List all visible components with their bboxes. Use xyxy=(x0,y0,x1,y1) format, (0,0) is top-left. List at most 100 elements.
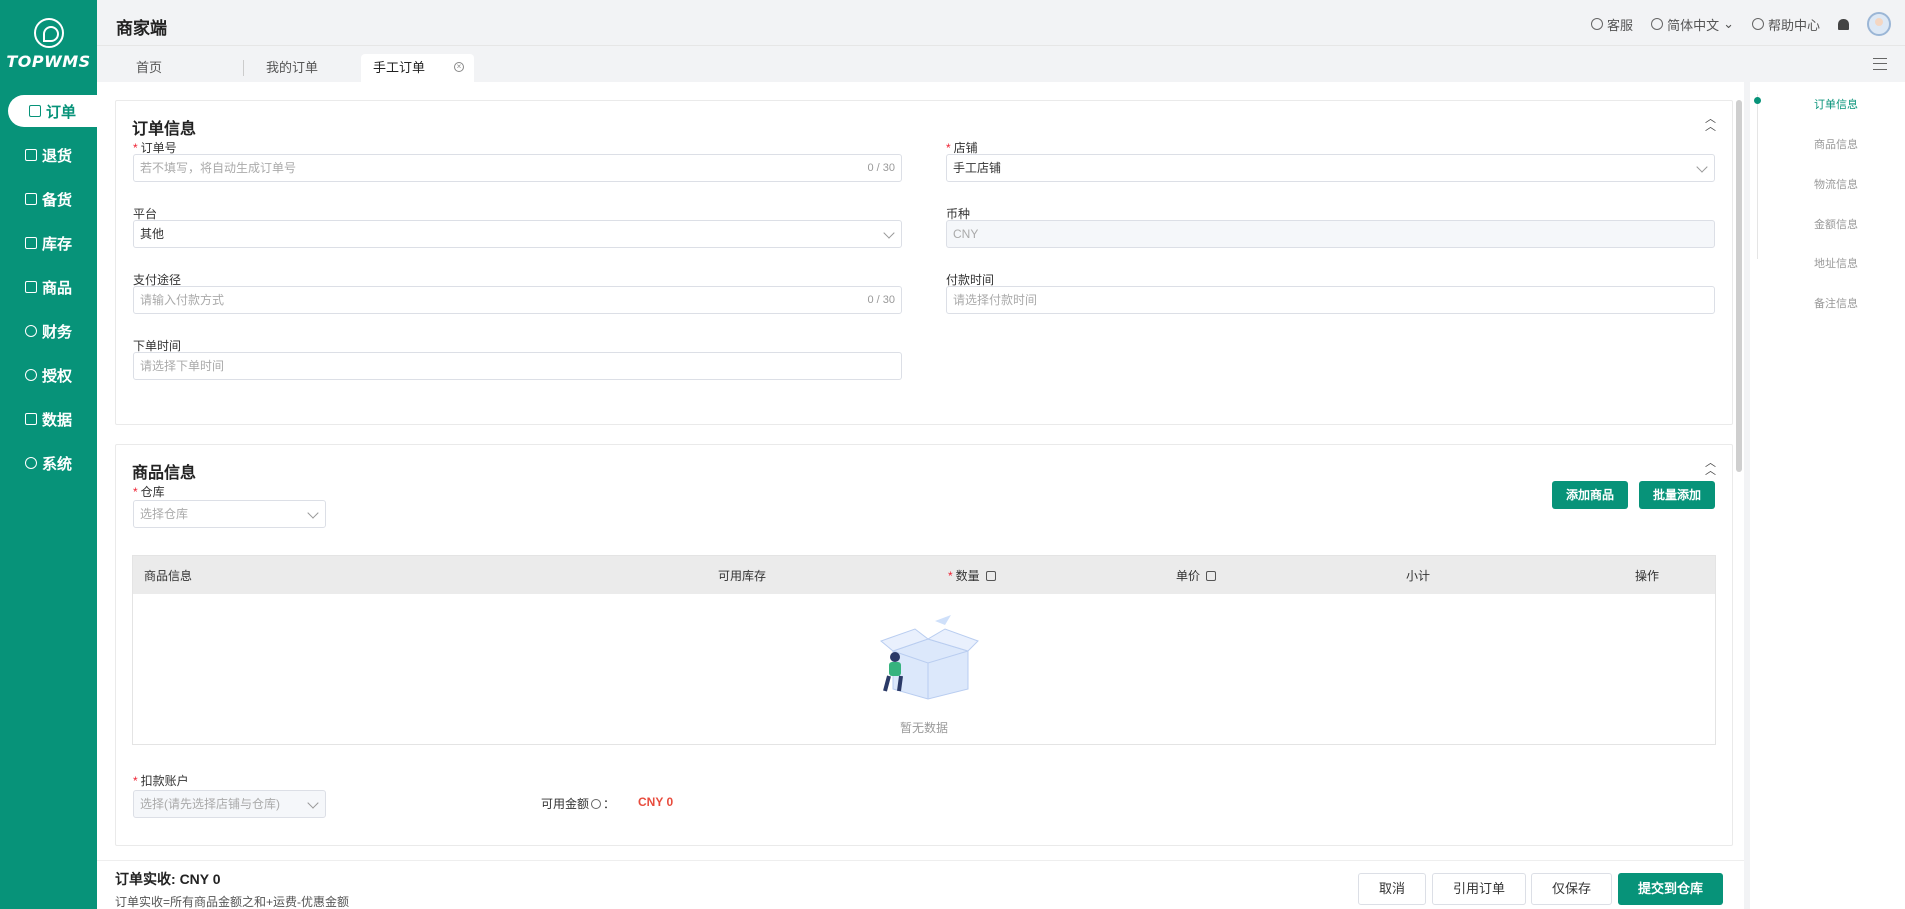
order-total-formula: 订单实收=所有商品金额之和+运费-优惠金额 xyxy=(115,895,350,909)
logo-text: TOPWMS xyxy=(6,52,91,71)
order-no-input[interactable]: 若不填写，将自动生成订单号 0 / 30 xyxy=(133,154,902,182)
top-bar: 商家端 客服 简体中文 ⌄ 帮助中心 xyxy=(97,0,1905,46)
footer-bar: 订单实收: CNY 0 订单实收=所有商品金额之和+运费-优惠金额 取消 引用订… xyxy=(97,860,1744,909)
language-label: 简体中文 xyxy=(1667,17,1720,33)
sidebar-item-stockup[interactable]: 备货 xyxy=(0,177,97,221)
top-actions: 客服 简体中文 ⌄ 帮助中心 xyxy=(1591,12,1891,36)
batch-edit-icon[interactable] xyxy=(1206,571,1217,581)
sidebar-item-order[interactable]: 订单 xyxy=(8,95,97,127)
globe-icon xyxy=(1651,18,1664,30)
main-content: 订单信息 ︿ ︿ * 订单号 若不填写，将自动生成订单号 0 / 30 * 店铺 手工… xyxy=(97,82,1744,909)
sidebar-item-label: 库存 xyxy=(41,235,72,253)
account-label: * 扣款账户 xyxy=(133,774,189,788)
column-header: 操作 xyxy=(1635,569,1660,583)
order-total: 订单实收: CNY 0 xyxy=(115,871,221,887)
sidebar-item-label: 备货 xyxy=(41,191,72,209)
add-goods-button[interactable]: 添加商品 xyxy=(1552,481,1629,509)
anchor-address-info[interactable]: 地址信息 xyxy=(1814,255,1858,271)
sidebar-item-system[interactable]: 系统 xyxy=(0,441,97,485)
help-label: 帮助中心 xyxy=(1767,17,1820,33)
chevron-down-icon xyxy=(883,227,895,239)
payment-method-input[interactable]: 请输入付款方式 0 / 30 xyxy=(133,286,902,314)
account-select: 选择(请先选择店铺与仓库) xyxy=(133,790,326,818)
anchor-logistics-info[interactable]: 物流信息 xyxy=(1814,176,1858,192)
save-only-button[interactable]: 仅保存 xyxy=(1531,873,1613,905)
order-no-placeholder: 若不填写，将自动生成订单号 xyxy=(140,161,297,175)
close-icon[interactable]: × xyxy=(454,62,464,72)
submit-to-warehouse-button[interactable]: 提交到仓库 xyxy=(1618,873,1724,905)
logo-icon xyxy=(33,18,64,48)
collapse-icon[interactable]: ︿ ︿ xyxy=(1705,458,1716,477)
order-time-input[interactable]: 请选择下单时间 xyxy=(133,352,902,380)
scrollbar[interactable] xyxy=(1736,100,1742,472)
empty-text: 暂无数据 xyxy=(899,721,948,735)
tab-my-orders[interactable]: 我的订单 xyxy=(266,54,318,82)
cancel-button[interactable]: 取消 xyxy=(1358,873,1427,905)
shop-value: 手工店铺 xyxy=(953,161,1002,175)
sidebar-item-goods[interactable]: 商品 xyxy=(0,265,97,309)
column-header-price: 单价 xyxy=(1176,567,1217,584)
collapse-icon[interactable]: ︿ ︿ xyxy=(1705,114,1716,133)
shop-select[interactable]: 手工店铺 xyxy=(946,154,1715,182)
warehouse-placeholder: 选择仓库 xyxy=(140,507,189,521)
menu-icon[interactable] xyxy=(1873,58,1887,70)
chevron-down-icon xyxy=(307,797,319,809)
question-icon xyxy=(1751,18,1764,30)
headset-icon xyxy=(1591,18,1604,30)
anchor-remark-info[interactable]: 备注信息 xyxy=(1814,295,1858,311)
anchor-goods-info[interactable]: 商品信息 xyxy=(1814,136,1858,152)
payment-time-placeholder: 请选择付款时间 xyxy=(953,293,1038,307)
platform-select[interactable]: 其他 xyxy=(133,220,902,248)
payment-time-input[interactable]: 请选择付款时间 xyxy=(946,286,1715,314)
language-select[interactable]: 简体中文 ⌄ xyxy=(1651,15,1734,34)
order-info-card: 订单信息 ︿ ︿ * 订单号 若不填写，将自动生成订单号 0 / 30 * 店铺 手工… xyxy=(115,100,1733,425)
sidebar-nav: 订单 退货 备货 库存 商品 财务 授权 数据 系统 xyxy=(0,95,97,485)
warehouse-label: * 仓库 xyxy=(133,485,165,499)
char-counter: 0 / 30 xyxy=(867,162,895,174)
sidebar-item-label: 订单 xyxy=(45,103,76,121)
tab-bar: 首页 我的订单 手工订单 × xyxy=(97,46,1905,82)
anchor-amount-info[interactable]: 金额信息 xyxy=(1814,216,1858,232)
chart-icon xyxy=(24,413,37,425)
sidebar-item-auth[interactable]: 授权 xyxy=(0,353,97,397)
anchor-rail xyxy=(1757,94,1758,259)
sidebar: TOPWMS 订单 退货 备货 库存 商品 财务 授权 数据 系统 xyxy=(0,0,97,909)
anchor-nav: 订单信息 商品信息 物流信息 金额信息 地址信息 备注信息 xyxy=(1750,82,1905,909)
column-header: 小计 xyxy=(1406,569,1431,583)
batch-edit-icon[interactable] xyxy=(985,571,996,581)
sidebar-item-data[interactable]: 数据 xyxy=(0,397,97,441)
quote-order-button[interactable]: 引用订单 xyxy=(1432,873,1527,905)
service-label: 客服 xyxy=(1607,17,1634,33)
chevron-down-icon: ⌄ xyxy=(1723,16,1734,31)
question-icon[interactable] xyxy=(591,799,602,809)
batch-add-button[interactable]: 批量添加 xyxy=(1639,481,1716,509)
table-header: 商品信息 可用库存 * 数量 单价 小计 操作 xyxy=(133,556,1715,594)
currency-input: CNY xyxy=(946,220,1715,248)
finance-icon xyxy=(24,325,37,337)
sidebar-item-label: 商品 xyxy=(41,279,72,297)
sidebar-item-label: 授权 xyxy=(41,367,72,385)
anchor-order-info[interactable]: 订单信息 xyxy=(1814,96,1858,112)
warehouse-select[interactable]: 选择仓库 xyxy=(133,500,326,528)
column-header: 商品信息 xyxy=(144,569,193,583)
bell-icon[interactable] xyxy=(1838,18,1849,30)
logo[interactable]: TOPWMS xyxy=(0,18,97,71)
account-placeholder: 选择(请先选择店铺与仓库) xyxy=(140,797,280,811)
sidebar-item-label: 数据 xyxy=(41,411,72,429)
sidebar-item-inventory[interactable]: 库存 xyxy=(0,221,97,265)
bag-icon xyxy=(24,281,37,293)
platform-value: 其他 xyxy=(140,227,165,241)
chevron-down-icon xyxy=(1696,161,1708,173)
avatar[interactable] xyxy=(1867,12,1891,36)
column-header: 可用库存 xyxy=(718,569,767,583)
order-icon xyxy=(28,105,41,117)
sidebar-item-return[interactable]: 退货 xyxy=(0,133,97,177)
chevron-down-icon xyxy=(307,507,319,519)
sidebar-item-label: 财务 xyxy=(41,323,72,341)
help-link[interactable]: 帮助中心 xyxy=(1751,15,1820,34)
tab-home[interactable]: 首页 xyxy=(136,54,162,82)
tab-manual-order[interactable]: 手工订单 × xyxy=(361,54,474,82)
sidebar-item-finance[interactable]: 财务 xyxy=(0,309,97,353)
goods-info-card: 商品信息 ︿ ︿ * 仓库 选择仓库 添加商品 批量添加 商品信息 可用库存 * 数量… xyxy=(115,444,1733,846)
service-link[interactable]: 客服 xyxy=(1591,15,1633,34)
